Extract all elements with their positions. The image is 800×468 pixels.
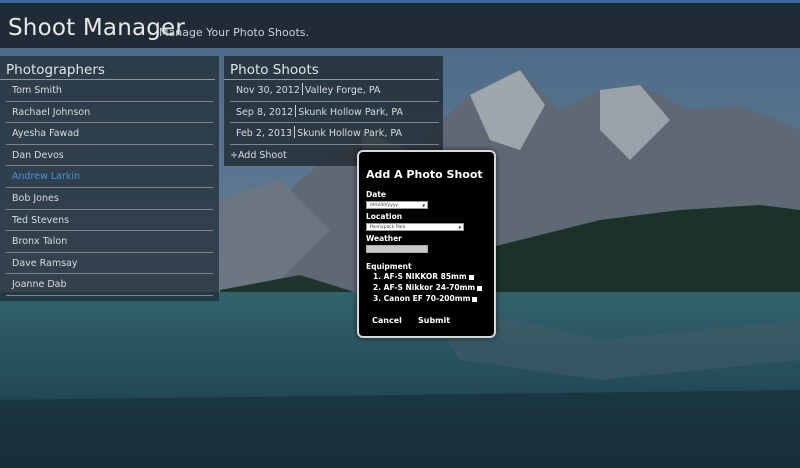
app-header: Shoot Manager Manage Your Photo Shoots. (0, 0, 800, 48)
photographer-item[interactable]: Tom Smith (6, 80, 213, 102)
shoot-item[interactable]: Feb 2, 2013 Skunk Hollow Park, PA (230, 123, 439, 145)
photographer-item[interactable]: Ayesha Fawad (6, 123, 213, 145)
chevron-down-icon: ▾ (458, 225, 461, 231)
weather-input[interactable] (366, 245, 428, 253)
separator (301, 83, 303, 95)
photographers-title: Photographers (0, 56, 215, 80)
photo-shoots-title: Photo Shoots (224, 56, 439, 80)
app-subtitle: Manage Your Photo Shoots. (159, 26, 309, 39)
photographer-item[interactable]: Bob Jones (6, 188, 213, 210)
shoot-item[interactable]: Sep 8, 2012 Skunk Hollow Park, PA (230, 102, 439, 124)
shoot-date: Feb 2, 2013 (236, 128, 293, 140)
dialog-title: Add A Photo Shoot (366, 168, 483, 181)
shoot-item[interactable]: Nov 30, 2012 Valley Forge, PA (230, 80, 439, 102)
photographers-panel: Photographers Tom Smith Rachael Johnson … (0, 56, 219, 301)
equipment-item: 3. Canon EF 70-200mm (373, 294, 478, 303)
chevron-down-icon: ▾ (422, 203, 425, 209)
photographer-item[interactable]: Bronx Talon (6, 231, 213, 253)
location-value: Pennypack Park (370, 225, 406, 230)
date-input[interactable]: mm/dd/yyyy ▾ (366, 201, 428, 209)
photographer-item[interactable]: Joanne Dab (6, 274, 213, 296)
equipment-name: 1. AF-S NIKKOR 85mm (373, 272, 467, 281)
shoot-date: Sep 8, 2012 (236, 106, 294, 118)
shoot-place: Skunk Hollow Park, PA (297, 128, 402, 140)
date-placeholder: mm/dd/yyyy (370, 203, 399, 208)
cancel-button[interactable]: Cancel (372, 316, 402, 325)
photographer-item[interactable]: Rachael Johnson (6, 102, 213, 124)
equipment-item: 2. AF-S Nikkor 24-70mm (373, 283, 483, 292)
equipment-name: 3. Canon EF 70-200mm (373, 294, 471, 303)
checkbox-icon[interactable] (472, 297, 478, 302)
equipment-item: 1. AF-S NIKKOR 85mm (373, 272, 474, 281)
photographers-list: Tom Smith Rachael Johnson Ayesha Fawad D… (0, 80, 219, 296)
shoot-place: Valley Forge, PA (304, 85, 381, 96)
photo-shoots-list: Nov 30, 2012 Valley Forge, PA Sep 8, 2012… (224, 80, 443, 145)
location-label: Location (366, 212, 403, 221)
weather-label: Weather (366, 234, 402, 243)
add-shoot-dialog: Add A Photo Shoot Date mm/dd/yyyy ▾ Loca… (357, 150, 496, 338)
equipment-label: Equipment (366, 262, 412, 271)
submit-button[interactable]: Submit (418, 316, 450, 325)
photographer-item-selected[interactable]: Andrew Larkin (6, 166, 213, 188)
photographer-item[interactable]: Dave Ramsay (6, 253, 213, 275)
photographer-item[interactable]: Dan Devos (6, 145, 213, 167)
photographer-item[interactable]: Ted Stevens (6, 210, 213, 232)
equipment-name: 2. AF-S Nikkor 24-70mm (373, 283, 476, 292)
shoot-place: Skunk Hollow Park, PA (298, 106, 404, 118)
checkbox-icon[interactable] (477, 286, 483, 291)
shoot-date: Nov 30, 2012 (236, 85, 300, 96)
location-select[interactable]: Pennypack Park ▾ (366, 223, 464, 231)
date-label: Date (366, 190, 386, 199)
separator (294, 126, 296, 139)
separator (295, 104, 297, 117)
checkbox-icon[interactable] (468, 275, 474, 280)
